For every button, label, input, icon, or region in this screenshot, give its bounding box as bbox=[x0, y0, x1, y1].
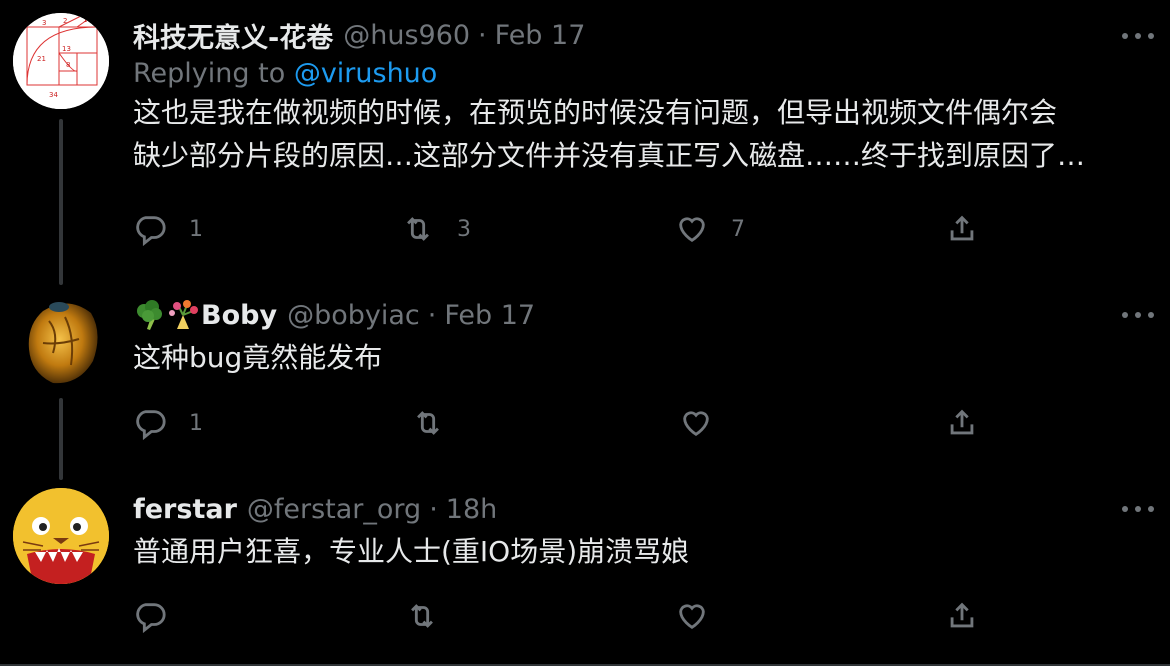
thread-line bbox=[59, 398, 63, 480]
more-icon[interactable] bbox=[1122, 308, 1154, 322]
avatar[interactable] bbox=[13, 293, 109, 389]
share-icon bbox=[950, 602, 974, 628]
retweet-button[interactable] bbox=[411, 403, 467, 443]
reply-button[interactable]: 1 bbox=[133, 403, 203, 443]
display-name[interactable]: Boby bbox=[201, 300, 277, 331]
avatar[interactable]: 3 2 1 21 13 8 34 bbox=[13, 13, 109, 109]
tweet-header: 科技无意义-花卷 @hus960 · Feb 17 bbox=[133, 16, 1130, 54]
like-icon bbox=[679, 604, 705, 630]
tweet[interactable]: Boby @bobyiac · Feb 17 这种bug竟然能发布 1 bbox=[0, 290, 1170, 480]
avatar[interactable] bbox=[13, 488, 109, 584]
svg-text:1: 1 bbox=[83, 16, 87, 24]
more-icon[interactable] bbox=[1122, 29, 1154, 43]
timestamp[interactable]: Feb 17 bbox=[495, 20, 586, 51]
reply-icon bbox=[136, 603, 166, 633]
replying-to: Replying to @virushuo bbox=[133, 58, 1130, 89]
user-handle[interactable]: @bobyiac bbox=[287, 300, 420, 331]
amber-stone-avatar-image bbox=[13, 293, 109, 389]
reply-button[interactable]: 1 bbox=[133, 209, 203, 249]
reply-icon bbox=[136, 216, 166, 246]
like-button[interactable] bbox=[675, 596, 731, 636]
retweet-icon bbox=[417, 411, 439, 435]
retweet-count: 3 bbox=[457, 216, 471, 242]
like-icon bbox=[679, 217, 705, 243]
share-icon bbox=[950, 409, 974, 435]
reply-count: 1 bbox=[189, 216, 203, 242]
like-button[interactable] bbox=[679, 403, 735, 443]
replying-label: Replying to bbox=[133, 58, 286, 89]
user-handle[interactable]: @hus960 bbox=[343, 20, 470, 51]
tweet-text-line: 这也是我在做视频的时候，在预览的时候没有问题，但导出视频文件偶尔会 bbox=[133, 96, 1058, 129]
timestamp[interactable]: Feb 17 bbox=[444, 300, 535, 331]
share-icon bbox=[950, 215, 974, 241]
tweet-text-line: 缺少部分片段的原因…这部分文件并没有真正写入磁盘……终于找到原因了… bbox=[133, 139, 1086, 172]
share-button[interactable] bbox=[945, 596, 979, 636]
svg-text:3: 3 bbox=[42, 19, 46, 27]
tweet[interactable]: 3 2 1 21 13 8 34 科技无意义-花卷 @hus960 · Feb … bbox=[0, 0, 1170, 285]
retweet-button[interactable]: 3 bbox=[401, 209, 471, 249]
tweet-header: ferstar @ferstar_org · 18h bbox=[133, 490, 1130, 528]
tweet-text: 这也是我在做视频的时候，在预览的时候没有问题，但导出视频文件偶尔会 缺少部分片段… bbox=[133, 91, 1130, 177]
like-button[interactable]: 7 bbox=[675, 209, 745, 249]
like-icon bbox=[683, 411, 709, 437]
tweet-text: 这种bug竟然能发布 bbox=[133, 336, 1130, 379]
reply-count: 1 bbox=[189, 410, 203, 436]
lion-cartoon-avatar-image bbox=[13, 488, 109, 584]
thread-line bbox=[59, 119, 63, 285]
svg-text:2: 2 bbox=[63, 17, 67, 25]
svg-text:8: 8 bbox=[66, 61, 70, 69]
share-button[interactable] bbox=[945, 209, 979, 249]
svg-text:34: 34 bbox=[49, 91, 58, 99]
mention-link[interactable]: @virushuo bbox=[294, 58, 438, 89]
separator-dot: · bbox=[427, 299, 437, 331]
retweet-icon bbox=[411, 604, 433, 628]
display-name[interactable]: 科技无意义-花卷 bbox=[133, 16, 333, 55]
fibonacci-avatar-image: 3 2 1 21 13 8 34 bbox=[13, 13, 109, 109]
tweet-text: 普通用户狂喜，专业人士(重IO场景)崩溃骂娘 bbox=[133, 530, 1130, 573]
separator-dot: · bbox=[429, 493, 438, 525]
timestamp[interactable]: 18h bbox=[446, 494, 497, 525]
reply-button[interactable] bbox=[133, 596, 189, 636]
share-button[interactable] bbox=[945, 403, 979, 443]
tweet-text-line: 这种bug竟然能发布 bbox=[133, 341, 383, 374]
more-icon[interactable] bbox=[1122, 502, 1154, 516]
user-handle[interactable]: @ferstar_org bbox=[247, 494, 421, 525]
like-count: 7 bbox=[731, 216, 745, 242]
retweet-button[interactable] bbox=[405, 596, 461, 636]
separator-dot: · bbox=[478, 19, 487, 51]
broccoli-emoji bbox=[137, 300, 162, 330]
retweet-icon bbox=[407, 217, 429, 241]
svg-text:21: 21 bbox=[37, 55, 46, 63]
svg-text:13: 13 bbox=[62, 45, 71, 53]
tweet[interactable]: ferstar @ferstar_org · 18h 普通用户狂喜，专业人士(重… bbox=[0, 484, 1170, 666]
display-name[interactable]: ferstar bbox=[133, 494, 237, 525]
bouquet-emoji bbox=[169, 300, 198, 329]
tweet-text-line: 普通用户狂喜，专业人士(重IO场景)崩溃骂娘 bbox=[133, 535, 690, 568]
tweet-header: Boby @bobyiac · Feb 17 bbox=[133, 296, 1130, 334]
reply-icon bbox=[136, 410, 166, 440]
